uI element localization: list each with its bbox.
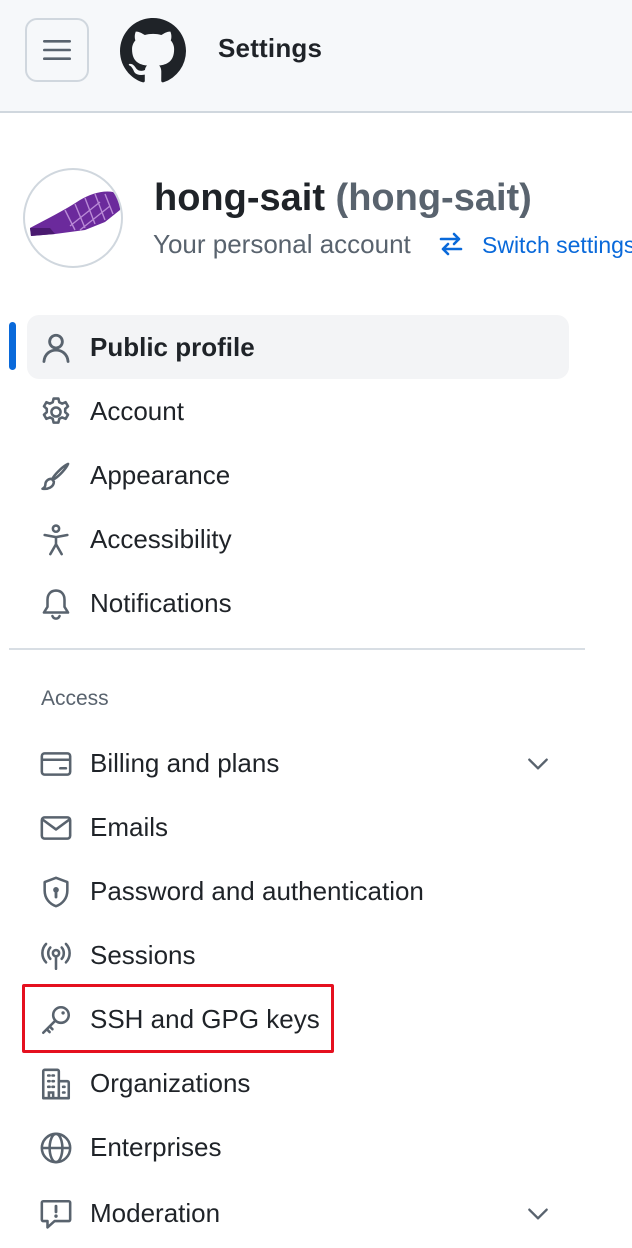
section-heading-access: Access	[41, 687, 109, 710]
github-mark-icon[interactable]	[120, 18, 186, 84]
highlight-annotation	[22, 984, 334, 1053]
arrow-switch-icon[interactable]	[437, 230, 465, 258]
active-indicator	[9, 322, 16, 370]
sidebar-item-public-profile[interactable]: Public profile	[27, 315, 569, 379]
chevron-down-icon[interactable]	[525, 751, 551, 777]
sidebar-item-password-auth[interactable]: Password and authentication	[27, 859, 569, 923]
sidebar-item-label: Enterprises	[90, 1132, 222, 1162]
accessibility-icon	[43, 524, 69, 556]
shield-lock-icon	[43, 876, 69, 908]
credit-card-icon	[40, 752, 72, 776]
switch-settings-link[interactable]: Switch settings	[482, 232, 632, 259]
sidebar-item-sessions[interactable]: Sessions	[27, 923, 569, 987]
sidebar-item-organizations[interactable]: Organizations	[27, 1051, 569, 1115]
bell-icon	[42, 589, 70, 620]
avatar[interactable]	[23, 168, 123, 268]
sidebar-item-enterprises[interactable]: Enterprises	[27, 1115, 569, 1179]
sidebar-item-label: Emails	[90, 812, 169, 842]
paintbrush-icon	[41, 462, 70, 491]
report-icon	[40, 1199, 72, 1229]
top-bar: Settings	[0, 0, 632, 113]
sidebar-item-label: Notifications	[90, 588, 232, 618]
sidebar-item-accessibility[interactable]: Accessibility	[27, 507, 569, 571]
menu-button[interactable]	[25, 18, 89, 82]
user-handle: (hong-sait)	[335, 177, 532, 219]
globe-icon	[40, 1132, 72, 1164]
sidebar-item-label: Public profile	[90, 332, 255, 362]
sidebar-item-label: Accessibility	[90, 524, 232, 554]
gear-icon	[42, 397, 70, 424]
sidebar-item-label: Password and authentication	[90, 876, 424, 906]
sidebar-item-notifications[interactable]: Notifications	[27, 571, 569, 635]
chevron-down-icon[interactable]	[525, 1201, 551, 1227]
sidebar-item-emails[interactable]: Emails	[27, 795, 569, 859]
user-name: hong-sait (hong-sait)	[154, 177, 532, 220]
sidebar-item-label: Organizations	[90, 1068, 251, 1098]
sidebar-item-label: Sessions	[90, 940, 196, 970]
broadcast-icon	[41, 942, 71, 971]
person-icon	[42, 333, 70, 363]
sidebar-item-label: Billing and plans	[90, 748, 280, 778]
sidebar-item-label: Moderation	[90, 1198, 221, 1228]
sidebar-item-billing[interactable]: Billing and plans	[27, 731, 569, 795]
sidebar-item-appearance[interactable]: Appearance	[27, 443, 569, 507]
page-title: Settings	[218, 33, 323, 63]
username: hong-sait	[154, 177, 325, 219]
section-divider	[9, 648, 585, 650]
sidebar-item-label: Appearance	[90, 460, 231, 490]
account-subtitle: Your personal account	[153, 229, 411, 259]
sidebar-item-account[interactable]: Account	[27, 379, 569, 443]
sidebar-item-label: Account	[90, 396, 184, 426]
organization-icon	[41, 1068, 71, 1100]
mail-icon	[40, 816, 72, 840]
avatar-image	[30, 191, 121, 236]
sidebar-item-moderation[interactable]: Moderation	[27, 1181, 569, 1245]
hamburger-icon	[43, 40, 71, 60]
